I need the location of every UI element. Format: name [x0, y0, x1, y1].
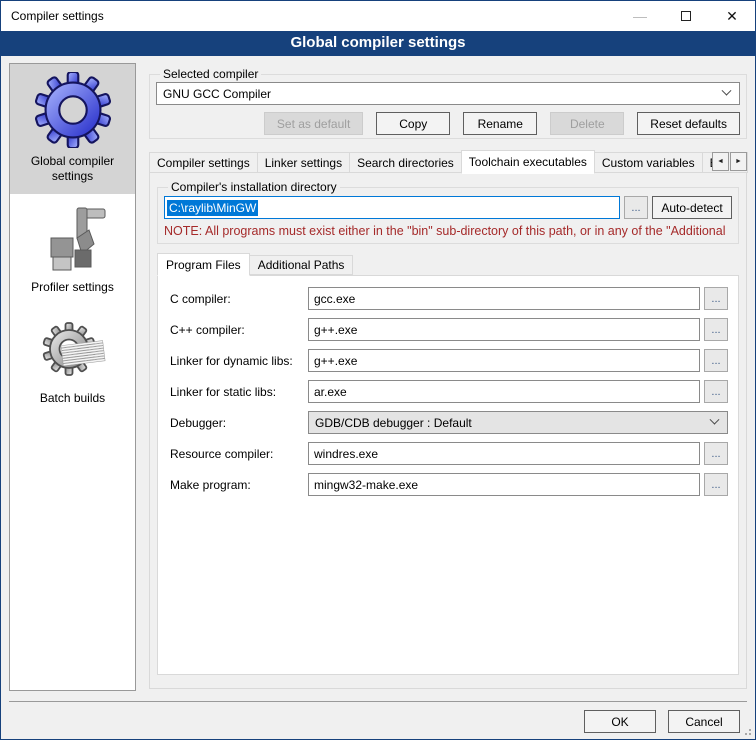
- tab-toolchain-executables[interactable]: Toolchain executables: [461, 150, 595, 174]
- install-dir-input[interactable]: C:\raylib\MinGW: [164, 196, 620, 219]
- maximize-glyph: [681, 11, 691, 21]
- title-bar: Compiler settings — ✕: [1, 1, 755, 31]
- sidebar-item-label: Global compiler settings: [10, 154, 135, 184]
- page-title: Global compiler settings: [1, 31, 755, 56]
- select-value: GDB/CDB debugger : Default: [315, 416, 472, 430]
- selected-compiler-group: Selected compiler GNU GCC Compiler Set a…: [149, 67, 747, 139]
- chevron-down-icon: [710, 415, 720, 425]
- autodetect-button[interactable]: Auto-detect: [652, 196, 732, 219]
- set-as-default-button: Set as default: [264, 112, 363, 135]
- sidebar-item-profiler-settings[interactable]: Profiler settings: [10, 194, 135, 305]
- tab-scroll-left-icon[interactable]: ◄: [712, 152, 729, 171]
- sidebar: Global compiler settings Profiler settin…: [9, 63, 136, 691]
- linker-for-static-libs-input[interactable]: [308, 380, 700, 403]
- field-label: Linker for dynamic libs:: [170, 354, 308, 368]
- field-label: Resource compiler:: [170, 447, 308, 461]
- tab-search-directories[interactable]: Search directories: [349, 152, 462, 173]
- c-compiler-browse-button[interactable]: ...: [704, 318, 728, 341]
- ok-button[interactable]: OK: [584, 710, 656, 733]
- field-row-linker-for-dynamic-libs: Linker for dynamic libs:...: [170, 349, 728, 372]
- sidebar-item-global-compiler-settings[interactable]: Global compiler settings: [10, 64, 135, 194]
- make-program-browse-button[interactable]: ...: [704, 473, 728, 496]
- window-title: Compiler settings: [1, 9, 104, 23]
- tab-custom-variables[interactable]: Custom variables: [594, 152, 703, 173]
- field-row-debugger: Debugger: GDB/CDB debugger : Default: [170, 411, 728, 434]
- window-controls: — ✕: [617, 1, 755, 31]
- delete-button: Delete: [550, 112, 624, 135]
- compiler-buttons-row: Set as default Copy Rename Delete Reset defa…: [156, 112, 740, 135]
- subtab-additional-paths[interactable]: Additional Paths: [249, 255, 354, 275]
- sidebar-item-label: Profiler settings: [10, 280, 135, 295]
- compiler-settings-dialog: Compiler settings — ✕ Global compiler se…: [0, 0, 756, 740]
- field-row-c-compiler: C compiler:...: [170, 287, 728, 310]
- debugger-select[interactable]: GDB/CDB debugger : Default: [308, 411, 728, 434]
- install-dir-selected-text: C:\raylib\MinGW: [167, 200, 258, 216]
- gear-stack-icon: [10, 313, 135, 385]
- chevron-down-icon: [722, 86, 732, 96]
- sidebar-item-batch-builds[interactable]: Batch builds: [10, 305, 135, 416]
- c-compiler-input[interactable]: [308, 287, 700, 310]
- c-compiler-browse-button[interactable]: ...: [704, 287, 728, 310]
- linker-for-static-libs-browse-button[interactable]: ...: [704, 380, 728, 403]
- program-files-page: C compiler:...C++ compiler:...Linker for…: [157, 275, 739, 675]
- c-compiler-input[interactable]: [308, 318, 700, 341]
- caliper-icon: [10, 202, 135, 274]
- gear-blue-icon: [10, 72, 135, 148]
- resource-compiler-input[interactable]: [308, 442, 700, 465]
- install-dir-label: Compiler's installation directory: [168, 180, 340, 194]
- linker-for-dynamic-libs-browse-button[interactable]: ...: [704, 349, 728, 372]
- compiler-select[interactable]: GNU GCC Compiler: [156, 82, 740, 105]
- minimize-icon[interactable]: —: [617, 1, 663, 31]
- main-panel: Selected compiler GNU GCC Compiler Set a…: [146, 63, 750, 689]
- tab-scroll-right-icon[interactable]: ►: [730, 152, 747, 171]
- field-label: C++ compiler:: [170, 323, 308, 337]
- resize-grip-icon[interactable]: [743, 727, 751, 735]
- linker-for-dynamic-libs-input[interactable]: [308, 349, 700, 372]
- install-dir-note: NOTE: All programs must exist either in …: [164, 224, 732, 238]
- tab-scroll-arrows: ◄ ►: [712, 152, 747, 171]
- tab-linker-settings[interactable]: Linker settings: [257, 152, 350, 173]
- reset-defaults-button[interactable]: Reset defaults: [637, 112, 740, 135]
- install-dir-group: Compiler's installation directory C:\ray…: [157, 180, 739, 244]
- field-label: Debugger:: [170, 416, 308, 430]
- field-row-c-compiler: C++ compiler:...: [170, 318, 728, 341]
- field-label: Make program:: [170, 478, 308, 492]
- maximize-icon[interactable]: [663, 1, 709, 31]
- selected-compiler-label: Selected compiler: [160, 67, 261, 81]
- compiler-select-value: GNU GCC Compiler: [163, 87, 271, 101]
- toolchain-executables-page: Compiler's installation directory C:\ray…: [149, 172, 747, 689]
- field-row-resource-compiler: Resource compiler:...: [170, 442, 728, 465]
- copy-button[interactable]: Copy: [376, 112, 450, 135]
- field-label: C compiler:: [170, 292, 308, 306]
- footer-divider: [9, 701, 747, 702]
- program-subtabs: Program FilesAdditional Paths: [157, 253, 746, 275]
- resource-compiler-browse-button[interactable]: ...: [704, 442, 728, 465]
- sidebar-item-label: Batch builds: [10, 391, 135, 406]
- tab-compiler-settings[interactable]: Compiler settings: [149, 152, 258, 173]
- install-dir-browse-button[interactable]: ...: [624, 196, 648, 219]
- footer-buttons: OK Cancel: [584, 710, 740, 733]
- field-row-linker-for-static-libs: Linker for static libs:...: [170, 380, 728, 403]
- make-program-input[interactable]: [308, 473, 700, 496]
- field-label: Linker for static libs:: [170, 385, 308, 399]
- subtab-program-files[interactable]: Program Files: [157, 253, 250, 276]
- rename-button[interactable]: Rename: [463, 112, 537, 135]
- cancel-button[interactable]: Cancel: [668, 710, 740, 733]
- field-row-make-program: Make program:...: [170, 473, 728, 496]
- settings-tabstrip: Compiler settingsLinker settingsSearch d…: [149, 149, 747, 173]
- close-icon[interactable]: ✕: [709, 1, 755, 31]
